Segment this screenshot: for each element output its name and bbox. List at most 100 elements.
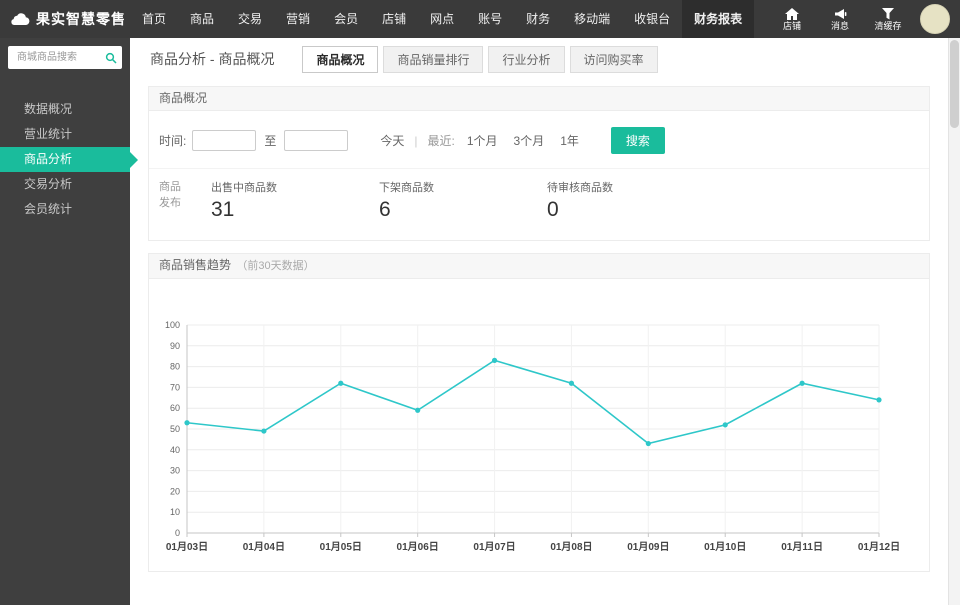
sales-trend-panel: 商品销售趋势 （前30天数据） 0 10 20 30 40 50 60 70 80 90 100 01…	[148, 253, 930, 572]
filter-separator: |	[414, 134, 417, 148]
nav-item-shop[interactable]: 店铺	[370, 0, 418, 38]
nav-item-finance[interactable]: 财务	[514, 0, 562, 38]
brand-name: 果实智慧零售	[36, 9, 126, 29]
svg-text:01月12日: 01月12日	[858, 541, 900, 553]
svg-text:70: 70	[170, 382, 180, 392]
nav-item-cashier[interactable]: 收银台	[622, 0, 682, 38]
avatar[interactable]	[920, 4, 950, 34]
tab-industry-analysis[interactable]: 行业分析	[488, 46, 564, 73]
stats-caption: 商品 发布	[159, 179, 211, 211]
goods-overview-panel-body: 时间: 至 今天 | 最近: 1个月 3个月 1年 搜索 商品 发布	[149, 111, 929, 240]
sales-trend-subtitle: （前30天数据）	[236, 260, 314, 272]
nav-right-tools: 店铺 消息 清缓存	[772, 0, 960, 38]
nav-item-finance-report[interactable]: 财务报表	[682, 0, 754, 38]
sidebar-item-goods-analysis[interactable]: 商品分析	[0, 147, 130, 172]
search-input[interactable]	[15, 51, 107, 64]
svg-text:90: 90	[170, 341, 180, 351]
shop-button[interactable]: 店铺	[772, 8, 812, 31]
stat-on-sale-label: 出售中商品数	[211, 179, 379, 195]
sidebar: 数据概况 营业统计 商品分析 交易分析 会员统计	[0, 38, 130, 605]
app-window: 果实智慧零售 首页 商品 交易 营销 会员 店铺 网点 账号 财务 移动端 收银…	[0, 0, 960, 605]
svg-text:20: 20	[170, 486, 180, 496]
megaphone-icon	[834, 8, 847, 20]
page-title: 商品分析 - 商品概况	[150, 49, 274, 69]
svg-text:01月05日: 01月05日	[320, 541, 362, 553]
svg-text:50: 50	[170, 424, 180, 434]
to-label: 至	[264, 132, 276, 149]
filter-1year-link[interactable]: 1年	[560, 132, 579, 149]
goods-overview-panel: 商品概况 时间: 至 今天 | 最近: 1个月 3个月 1年 搜索	[148, 86, 930, 241]
svg-text:01月11日: 01月11日	[781, 541, 823, 553]
scrollbar[interactable]	[948, 38, 960, 605]
tab-bar: 商品概况 商品销量排行 行业分析 访问购买率	[302, 46, 657, 73]
svg-text:01月06日: 01月06日	[397, 541, 439, 553]
stat-off-shelf-value: 6	[379, 198, 547, 222]
sales-trend-line-svg: 010203040506070809010001月03日01月04日01月05日…	[149, 279, 929, 571]
filter-1month-link[interactable]: 1个月	[467, 132, 498, 149]
brand: 果实智慧零售	[0, 0, 130, 38]
svg-text:01月08日: 01月08日	[550, 541, 592, 553]
nav-item-member[interactable]: 会员	[322, 0, 370, 38]
sidebar-nav: 数据概况 营业统计 商品分析 交易分析 会员统计	[0, 97, 130, 222]
nav-item-trade[interactable]: 交易	[226, 0, 274, 38]
stats-caption-line1: 商品	[159, 179, 211, 195]
main-nav: 首页 商品 交易 营销 会员 店铺 网点 账号 财务 移动端 收银台 财务报表	[130, 0, 772, 38]
nav-item-home[interactable]: 首页	[130, 0, 178, 38]
tab-goods-sales-rank[interactable]: 商品销量排行	[383, 46, 483, 73]
sidebar-item-member-stats[interactable]: 会员统计	[0, 197, 130, 222]
nav-item-mobile[interactable]: 移动端	[562, 0, 622, 38]
sales-trend-panel-header: 商品销售趋势 （前30天数据）	[149, 254, 929, 279]
stats-caption-line2: 发布	[159, 195, 211, 211]
filter-3months-link[interactable]: 3个月	[514, 132, 545, 149]
filter-today-link[interactable]: 今天	[380, 132, 404, 149]
goods-overview-panel-title: 商品概况	[149, 87, 929, 111]
page-header: 商品分析 - 商品概况 商品概况 商品销量排行 行业分析 访问购买率	[148, 38, 930, 80]
date-end-input[interactable]	[284, 130, 348, 151]
sidebar-item-trade-analysis[interactable]: 交易分析	[0, 172, 130, 197]
tab-goods-overview[interactable]: 商品概况	[302, 46, 378, 73]
nav-item-outlet[interactable]: 网点	[418, 0, 466, 38]
sidebar-item-business-stats[interactable]: 营业统计	[0, 122, 130, 147]
main-content: 商品分析 - 商品概况 商品概况 商品销量排行 行业分析 访问购买率 商品概况 …	[130, 38, 948, 605]
sidebar-search-box	[8, 46, 122, 69]
messages-button-label: 消息	[831, 21, 849, 31]
nav-item-goods[interactable]: 商品	[178, 0, 226, 38]
nav-item-account[interactable]: 账号	[466, 0, 514, 38]
svg-text:10: 10	[170, 507, 180, 517]
svg-text:100: 100	[165, 320, 180, 330]
time-label: 时间:	[159, 132, 186, 149]
sales-trend-title: 商品销售趋势	[159, 258, 231, 272]
scrollbar-thumb[interactable]	[950, 40, 959, 128]
svg-text:01月03日: 01月03日	[166, 541, 208, 553]
clean-icon	[882, 8, 894, 20]
svg-text:01月09日: 01月09日	[627, 541, 669, 553]
goods-publish-stats-row: 商品 发布 出售中商品数 31 下架商品数 6 待审核商品数 0	[149, 168, 929, 240]
home-icon	[785, 8, 799, 20]
date-start-input[interactable]	[192, 130, 256, 151]
sales-trend-panel-body: 010203040506070809010001月03日01月04日01月05日…	[149, 279, 929, 571]
stat-on-sale-value: 31	[211, 198, 379, 222]
svg-text:80: 80	[170, 362, 180, 372]
svg-text:01月07日: 01月07日	[473, 541, 515, 553]
top-navbar: 果实智慧零售 首页 商品 交易 营销 会员 店铺 网点 账号 财务 移动端 收银…	[0, 0, 960, 38]
stat-off-shelf-label: 下架商品数	[379, 179, 547, 195]
search-icon[interactable]	[105, 51, 117, 69]
svg-text:30: 30	[170, 466, 180, 476]
stat-pending-review-value: 0	[547, 198, 715, 222]
svg-text:0: 0	[175, 528, 180, 538]
tab-visit-purchase-rate[interactable]: 访问购买率	[570, 46, 658, 73]
time-filter-row: 时间: 至 今天 | 最近: 1个月 3个月 1年 搜索	[149, 111, 929, 168]
svg-text:40: 40	[170, 445, 180, 455]
search-button[interactable]: 搜索	[611, 127, 665, 154]
clear-cache-button[interactable]: 清缓存	[868, 8, 908, 31]
recent-label: 最近:	[428, 132, 455, 149]
cloud-icon	[10, 11, 30, 28]
messages-button[interactable]: 消息	[820, 8, 860, 31]
shop-button-label: 店铺	[783, 21, 801, 31]
stat-on-sale: 出售中商品数 31	[211, 179, 379, 222]
stat-off-shelf: 下架商品数 6	[379, 179, 547, 222]
sidebar-item-data-overview[interactable]: 数据概况	[0, 97, 130, 122]
svg-text:60: 60	[170, 403, 180, 413]
nav-item-marketing[interactable]: 营销	[274, 0, 322, 38]
stat-pending-review-label: 待审核商品数	[547, 179, 715, 195]
